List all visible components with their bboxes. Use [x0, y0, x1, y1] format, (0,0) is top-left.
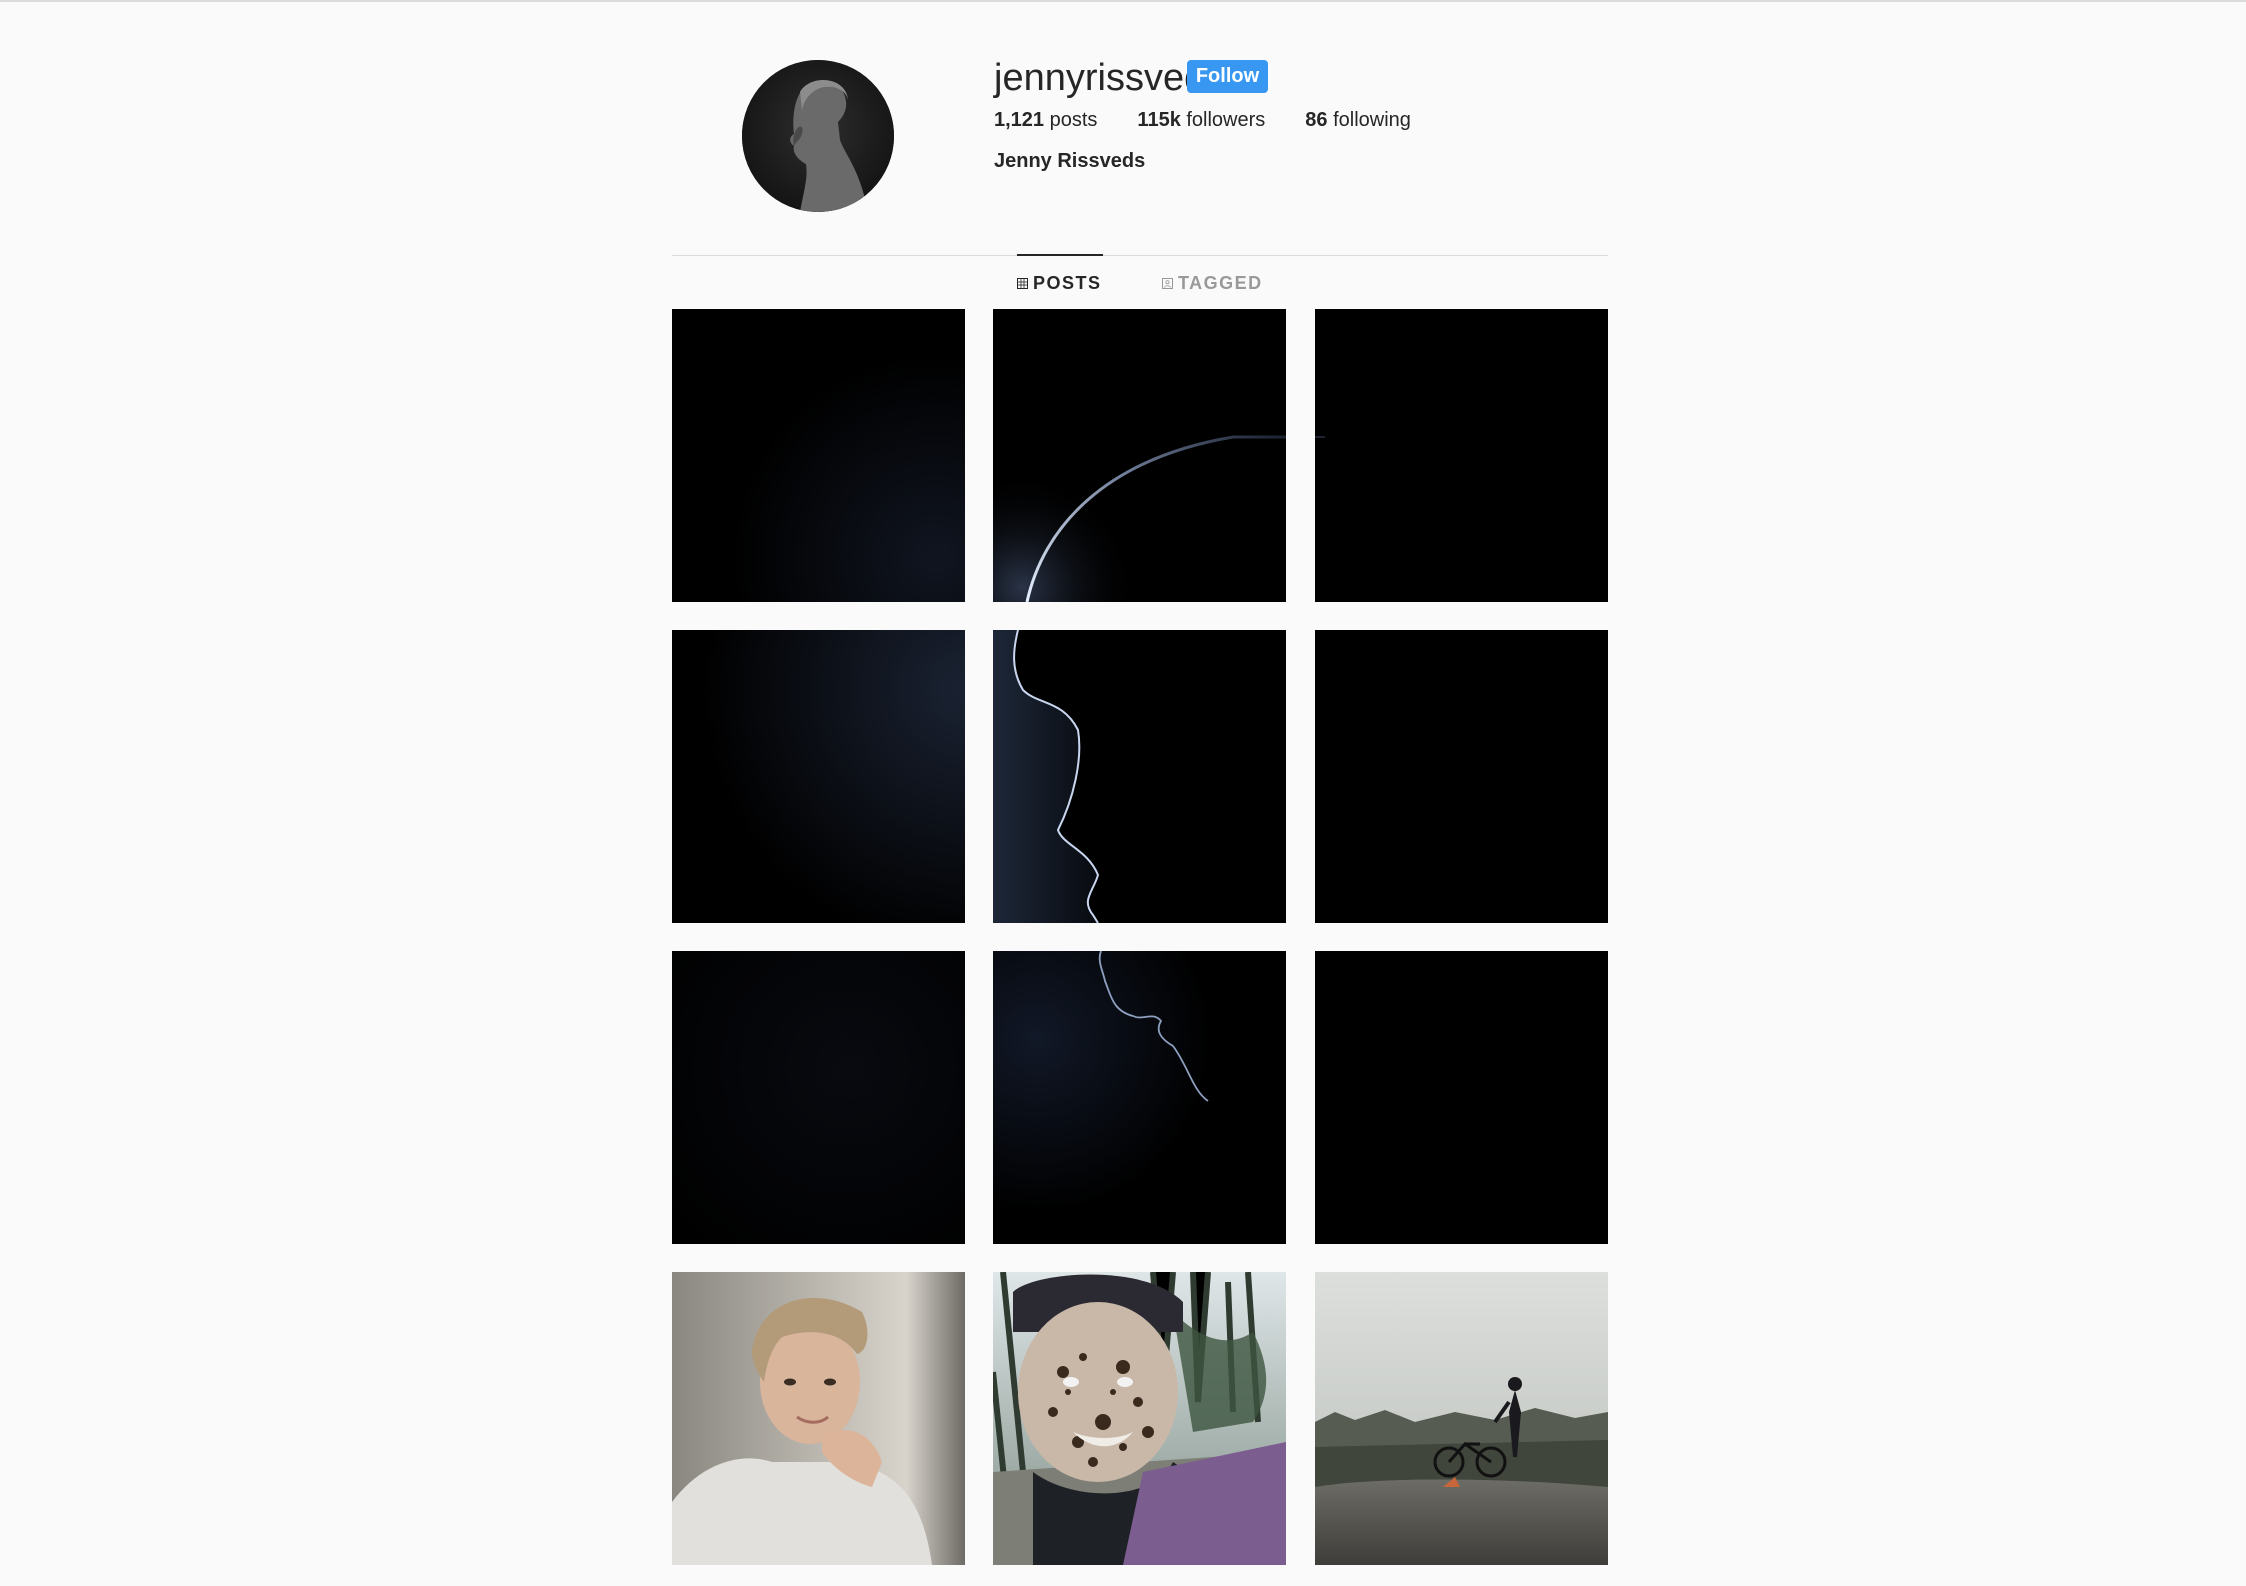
post-thumbnail[interactable] — [672, 309, 965, 602]
post-thumbnail[interactable] — [1315, 630, 1608, 923]
post-thumbnail[interactable] — [1315, 309, 1608, 602]
following-label: following — [1327, 109, 1411, 131]
following-count: 86 — [1305, 109, 1328, 131]
post-thumbnail[interactable] — [1315, 1272, 1608, 1565]
profile-stats: 1,121 posts 115k followers 86 following — [994, 109, 1451, 135]
post-thumbnail[interactable] — [1315, 951, 1608, 1244]
post-thumbnail[interactable] — [993, 309, 1286, 602]
tab-tagged[interactable]: TAGGED — [1162, 272, 1263, 294]
followers-label: followers — [1180, 109, 1266, 131]
tabs-divider — [672, 255, 1608, 256]
tab-tagged-label: TAGGED — [1178, 272, 1263, 293]
post-thumbnail[interactable] — [993, 630, 1286, 923]
following-stat[interactable]: 86 following — [1305, 109, 1411, 135]
followers-stat[interactable]: 115k followers — [1137, 109, 1265, 135]
posts-count: 1,121 — [994, 109, 1045, 131]
active-tab-indicator — [1017, 254, 1103, 256]
tab-posts-label: POSTS — [1033, 272, 1102, 293]
profile-full-name: Jenny Rissveds — [994, 150, 1146, 172]
follow-button[interactable]: Follow — [1187, 60, 1268, 93]
tag-icon — [1162, 277, 1173, 289]
grid-icon — [1017, 277, 1028, 289]
post-thumbnail[interactable] — [993, 951, 1286, 1244]
post-thumbnail[interactable] — [672, 1272, 965, 1565]
tab-posts[interactable]: POSTS — [1017, 272, 1102, 294]
posts-count-stat: 1,121 posts — [994, 109, 1097, 135]
post-thumbnail[interactable] — [672, 630, 965, 923]
post-thumbnail[interactable] — [672, 951, 965, 1244]
posts-count-label: posts — [1044, 109, 1098, 131]
profile-avatar[interactable] — [742, 60, 894, 212]
top-border — [0, 0, 2246, 2]
followers-count: 115k — [1137, 109, 1181, 131]
post-thumbnail[interactable] — [993, 1272, 1286, 1565]
